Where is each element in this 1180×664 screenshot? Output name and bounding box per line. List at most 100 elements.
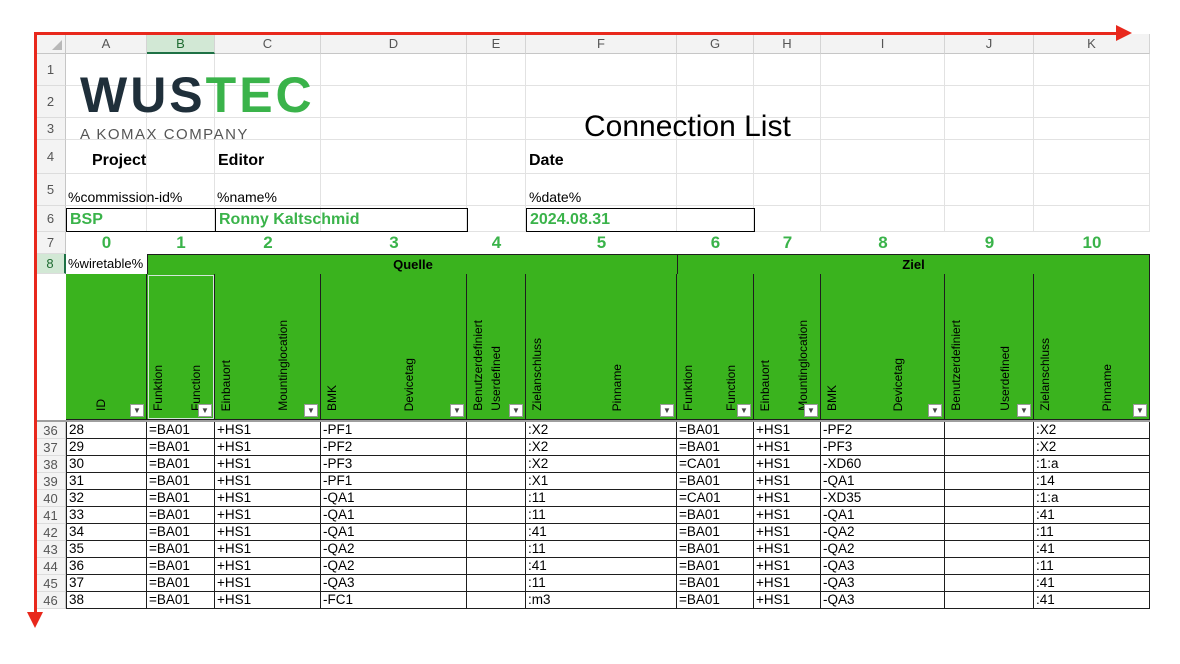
table-cell[interactable]: +HS1 <box>754 456 821 473</box>
grid-cell[interactable] <box>945 140 1034 174</box>
grid-cell[interactable] <box>321 118 467 140</box>
filter-dropdown-icon[interactable]: ▼ <box>660 404 674 417</box>
row-header-46[interactable]: 46 <box>36 592 66 609</box>
table-cell[interactable]: +HS1 <box>215 439 321 456</box>
table-cell[interactable] <box>945 439 1034 456</box>
table-cell[interactable]: =BA01 <box>147 524 215 541</box>
table-cell[interactable]: :11 <box>1034 524 1150 541</box>
select-all-corner[interactable] <box>36 34 66 54</box>
table-cell[interactable]: =BA01 <box>677 592 754 609</box>
table-cell[interactable]: +HS1 <box>215 507 321 524</box>
grid-cell[interactable] <box>677 140 754 174</box>
column-header-b[interactable]: B <box>147 34 215 54</box>
table-cell[interactable] <box>467 524 526 541</box>
table-cell[interactable]: -FC1 <box>321 592 467 609</box>
table-cell[interactable]: =BA01 <box>147 575 215 592</box>
column-header-c[interactable]: C <box>215 34 321 54</box>
table-cell[interactable]: =BA01 <box>147 592 215 609</box>
table-cell[interactable] <box>467 490 526 507</box>
grid-cell[interactable] <box>1034 140 1150 174</box>
grid-cell[interactable] <box>321 86 467 118</box>
filter-dropdown-icon[interactable]: ▼ <box>304 404 318 417</box>
table-cell[interactable]: =BA01 <box>677 524 754 541</box>
table-cell[interactable]: =BA01 <box>147 507 215 524</box>
table-cell[interactable]: =BA01 <box>677 575 754 592</box>
row-header-5[interactable]: 5 <box>36 174 66 206</box>
filter-dropdown-icon[interactable]: ▼ <box>130 404 144 417</box>
table-cell[interactable]: -PF1 <box>321 422 467 439</box>
grid-cell[interactable] <box>754 174 821 206</box>
table-cell[interactable]: 38 <box>66 592 147 609</box>
table-cell[interactable] <box>467 473 526 490</box>
grid-cell[interactable] <box>467 174 526 206</box>
table-cell[interactable]: :1:a <box>1034 490 1150 507</box>
grid-cell[interactable] <box>821 86 945 118</box>
table-cell[interactable]: =BA01 <box>677 558 754 575</box>
table-cell[interactable]: 36 <box>66 558 147 575</box>
table-cell[interactable]: +HS1 <box>215 422 321 439</box>
grid-cell[interactable] <box>467 54 526 86</box>
table-cell[interactable]: :X2 <box>526 439 677 456</box>
column-title-devicetag[interactable]: BMK Devicetag ▼ <box>321 274 467 420</box>
table-cell[interactable]: -QA2 <box>821 541 945 558</box>
table-cell[interactable] <box>467 592 526 609</box>
filter-dropdown-icon[interactable]: ▼ <box>509 404 523 417</box>
grid-cell[interactable] <box>1034 174 1150 206</box>
grid-cell[interactable] <box>945 54 1034 86</box>
table-cell[interactable] <box>945 456 1034 473</box>
column-header-h[interactable]: H <box>754 34 821 54</box>
filter-dropdown-icon[interactable]: ▼ <box>737 404 751 417</box>
table-cell[interactable]: :14 <box>1034 473 1150 490</box>
table-cell[interactable]: =CA01 <box>677 490 754 507</box>
table-cell[interactable]: =BA01 <box>147 490 215 507</box>
table-cell[interactable]: =BA01 <box>147 541 215 558</box>
table-cell[interactable]: +HS1 <box>754 558 821 575</box>
column-title-function[interactable]: Funktion Function ▼ <box>147 274 215 420</box>
column-title-mountinglocation[interactable]: Einbauort Mountinglocation ▼ <box>754 274 821 420</box>
table-cell[interactable]: -QA3 <box>321 575 467 592</box>
grid-cell[interactable] <box>754 140 821 174</box>
row-header-40[interactable]: 40 <box>36 490 66 507</box>
row-header-43[interactable]: 43 <box>36 541 66 558</box>
grid-cell[interactable] <box>1034 206 1150 232</box>
table-cell[interactable]: =BA01 <box>677 473 754 490</box>
table-cell[interactable]: +HS1 <box>754 490 821 507</box>
grid-cell[interactable] <box>321 140 467 174</box>
table-cell[interactable]: 29 <box>66 439 147 456</box>
grid-cell[interactable] <box>821 140 945 174</box>
grid-cell[interactable] <box>677 174 754 206</box>
table-cell[interactable] <box>467 507 526 524</box>
table-cell[interactable]: :41 <box>1034 541 1150 558</box>
table-cell[interactable]: :11 <box>526 507 677 524</box>
column-title-function[interactable]: Funktion Function ▼ <box>677 274 754 420</box>
row-header-7[interactable]: 7 <box>36 232 66 254</box>
table-cell[interactable] <box>945 490 1034 507</box>
table-cell[interactable] <box>945 592 1034 609</box>
table-cell[interactable]: :X2 <box>1034 422 1150 439</box>
table-cell[interactable]: +HS1 <box>754 592 821 609</box>
grid-cell[interactable] <box>821 54 945 86</box>
column-title-pinname[interactable]: Zielanschluss Pinname ▼ <box>526 274 677 420</box>
table-cell[interactable]: 28 <box>66 422 147 439</box>
grid-cell[interactable] <box>1034 118 1150 140</box>
table-cell[interactable]: =BA01 <box>147 558 215 575</box>
table-cell[interactable]: +HS1 <box>215 575 321 592</box>
column-header-i[interactable]: I <box>821 34 945 54</box>
table-cell[interactable]: =BA01 <box>147 473 215 490</box>
column-title-mountinglocation[interactable]: Einbauort Mountinglocation ▼ <box>215 274 321 420</box>
row-header-1[interactable]: 1 <box>36 54 66 86</box>
table-cell[interactable]: :X1 <box>526 473 677 490</box>
row-header-37[interactable]: 37 <box>36 439 66 456</box>
table-cell[interactable] <box>945 524 1034 541</box>
table-cell[interactable]: -PF2 <box>321 439 467 456</box>
table-cell[interactable]: :41 <box>526 524 677 541</box>
filter-dropdown-icon[interactable]: ▼ <box>1133 404 1147 417</box>
table-cell[interactable] <box>467 558 526 575</box>
filter-dropdown-icon[interactable]: ▼ <box>1017 404 1031 417</box>
table-cell[interactable]: =BA01 <box>677 422 754 439</box>
table-cell[interactable]: -PF1 <box>321 473 467 490</box>
row-header-44[interactable]: 44 <box>36 558 66 575</box>
table-cell[interactable]: -PF2 <box>821 422 945 439</box>
table-cell[interactable]: :1:a <box>1034 456 1150 473</box>
table-cell[interactable]: =BA01 <box>677 507 754 524</box>
